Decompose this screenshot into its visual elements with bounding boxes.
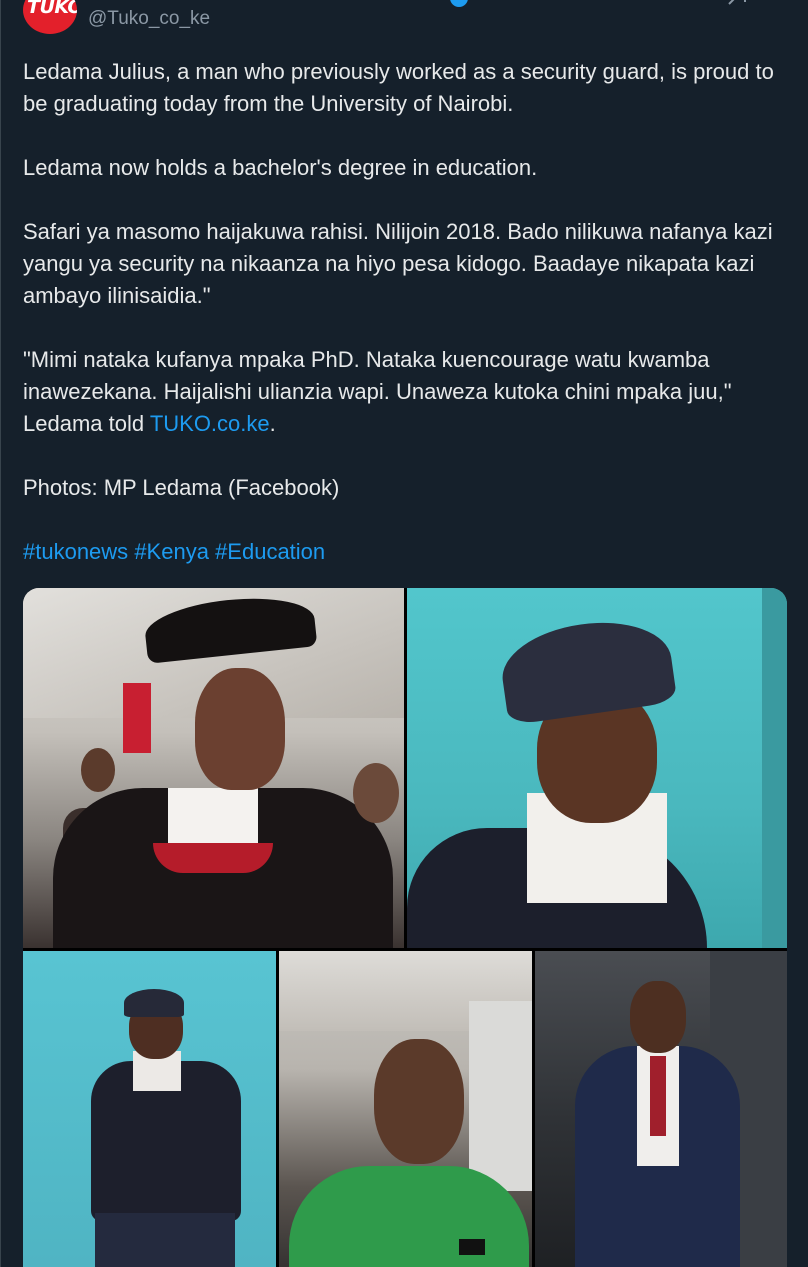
uniform-cap (124, 989, 184, 1017)
red-tie (650, 1056, 666, 1136)
hashtag-kenya[interactable]: #Kenya (134, 539, 209, 564)
tweet-paragraph-5: Photos: MP Ledama (Facebook) (23, 475, 340, 500)
person-left-face (81, 748, 115, 792)
tweet-header: TUKO @Tuko_co_ke (0, 0, 808, 44)
quote-end: . (269, 411, 276, 436)
red-hood (153, 843, 273, 873)
verified-badge-icon (450, 0, 468, 7)
hashtag-tukonews[interactable]: #tukonews (23, 539, 128, 564)
grok-icon[interactable] (724, 0, 750, 8)
tweet-text: Ledama Julius, a man who previously work… (23, 56, 793, 568)
photo-green-jersey[interactable] (279, 951, 532, 1267)
suit-face (630, 981, 686, 1053)
kenya-flag-icon (459, 1239, 485, 1255)
tweet-paragraph-4: "Mimi nataka kufanya mpaka PhD. Nataka k… (23, 344, 793, 440)
avatar-logo-text: TUKO (27, 0, 77, 18)
photo-suit[interactable] (535, 951, 787, 1267)
tuko-link[interactable]: TUKO.co.ke (150, 411, 270, 436)
red-tassel (123, 683, 151, 753)
green-jersey (289, 1166, 529, 1267)
hashtag-education[interactable]: #Education (215, 539, 325, 564)
security-cap (496, 612, 678, 726)
quote-text: "Mimi nataka kufanya mpaka PhD. Nataka k… (23, 347, 732, 436)
uniform-trousers (95, 1213, 235, 1267)
photo-graduation[interactable] (23, 588, 404, 948)
photo-security-uniform[interactable] (23, 951, 276, 1267)
hashtag-row: #tukonews #Kenya #Education (23, 536, 793, 568)
tweet-paragraph-1: Ledama Julius, a man who previously work… (23, 59, 774, 116)
wall-edge (762, 588, 787, 948)
tweet-paragraph-3: Safari ya masomo haijakuwa rahisi. Nilij… (23, 219, 773, 308)
tweet-border (0, 0, 1, 1267)
tweet: TUKO @Tuko_co_ke Ledama Julius, a man wh… (0, 0, 808, 1267)
bg-person (469, 1001, 532, 1191)
person-right-face (353, 763, 399, 823)
avatar[interactable]: TUKO (23, 0, 77, 34)
grok-icon-svg (728, 0, 746, 5)
user-handle[interactable]: @Tuko_co_ke (88, 8, 210, 30)
graduate-face (195, 668, 285, 790)
tweet-paragraph-2: Ledama now holds a bachelor's degree in … (23, 155, 538, 180)
jersey-face (374, 1039, 464, 1164)
photo-security-cap[interactable] (407, 588, 787, 948)
media-grid (23, 588, 787, 1267)
